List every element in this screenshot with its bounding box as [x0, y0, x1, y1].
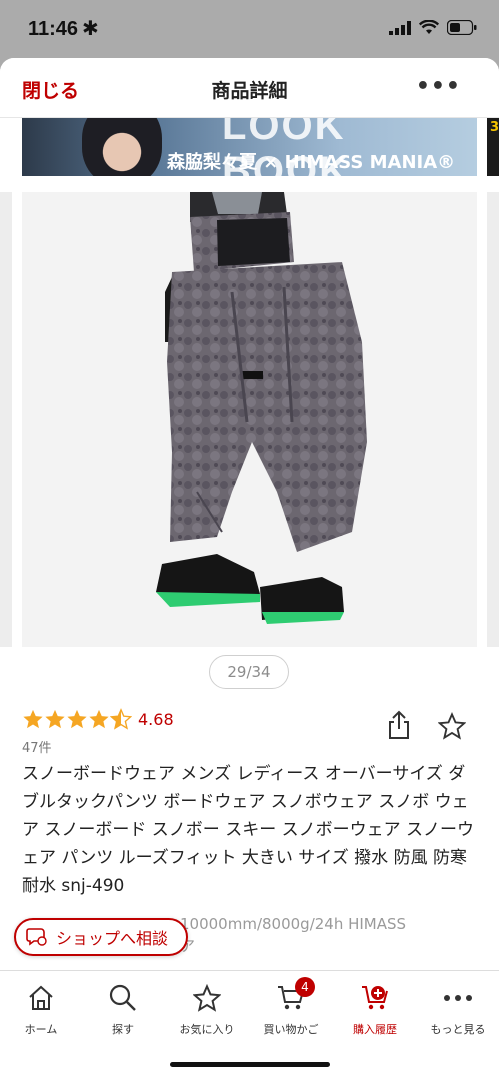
sheet-header: 閉じる 商品詳細 ••• [0, 58, 499, 118]
nav-more[interactable]: もっと見る [417, 981, 499, 1037]
star-full-icon [45, 709, 65, 729]
home-icon [29, 985, 53, 1010]
nav-cart[interactable]: 4 買い物かご [250, 977, 332, 1037]
shop-consult-label: ショップへ相談 [56, 929, 169, 948]
star-half-icon [110, 708, 132, 730]
nav-home-label: ホーム [24, 1023, 58, 1036]
favorite-button[interactable] [437, 711, 467, 740]
nav-purchase-history-label: 購入履歴 [353, 1023, 397, 1036]
home-indicator[interactable] [170, 1062, 330, 1067]
battery-icon [447, 20, 477, 35]
rating-row[interactable]: 4.68 [22, 708, 174, 730]
nav-purchase-history[interactable]: 購入履歴 [334, 981, 416, 1037]
next-banner-thumb[interactable]: 3 [487, 118, 499, 176]
nav-more-label: もっと見る [430, 1023, 486, 1036]
nav-home[interactable]: ホーム [0, 981, 82, 1037]
search-icon [109, 984, 136, 1011]
star-full-icon [23, 709, 43, 729]
status-time: 11:46 [28, 18, 79, 40]
shop-consult-button[interactable]: ショップへ相談 [14, 918, 188, 956]
next-image-peek[interactable] [487, 192, 499, 647]
banner-subtitle: 森脇梨々夏 × HIMASS MANIA® [167, 152, 456, 173]
nav-search-label: 探す [112, 1023, 134, 1036]
nav-favorites[interactable]: お気に入り [166, 981, 248, 1037]
nav-favorites-label: お気に入り [179, 1023, 235, 1036]
snow-pants-illustration [156, 192, 367, 624]
product-image[interactable] [22, 192, 477, 647]
snowflake-icon: ✱ [82, 16, 99, 40]
star-icon [193, 984, 221, 1012]
purchase-history-icon [362, 986, 388, 1010]
prev-image-peek[interactable] [0, 192, 12, 647]
nav-search[interactable]: 探す [82, 981, 164, 1037]
share-icon [389, 710, 409, 739]
more-icon [444, 995, 472, 1001]
star-outline-icon [437, 711, 467, 740]
product-title: スノーボードウェア メンズ レディース オーバーサイズ ダブルタックパンツ ボー… [22, 764, 475, 896]
cart-badge: 4 [295, 977, 315, 997]
product-detail-sheet: 閉じる 商品詳細 ••• LOOK BOOK 森脇梨々夏 × HIMASS MA… [0, 58, 499, 1080]
status-bar: 11:46 ✱ [0, 0, 499, 58]
nav-cart-label: 買い物かご [263, 1023, 319, 1036]
image-counter: 29/34 [209, 655, 289, 689]
lookbook-banner[interactable]: LOOK BOOK 森脇梨々夏 × HIMASS MANIA® [22, 118, 477, 176]
next-banner-thumb-text: 3 [490, 120, 499, 135]
wifi-icon [419, 20, 439, 34]
star-full-icon [89, 709, 109, 729]
chat-bubble-icon [26, 928, 47, 946]
rating-value: 4.68 [138, 709, 174, 729]
share-button[interactable] [386, 710, 412, 740]
status-icons [389, 20, 477, 35]
rating-stars [22, 708, 132, 730]
more-options-button[interactable]: ••• [416, 74, 461, 99]
signal-icon [389, 20, 411, 35]
banner-model-image [82, 118, 162, 176]
star-full-icon [67, 709, 87, 729]
review-count[interactable]: 47件 [22, 737, 52, 756]
